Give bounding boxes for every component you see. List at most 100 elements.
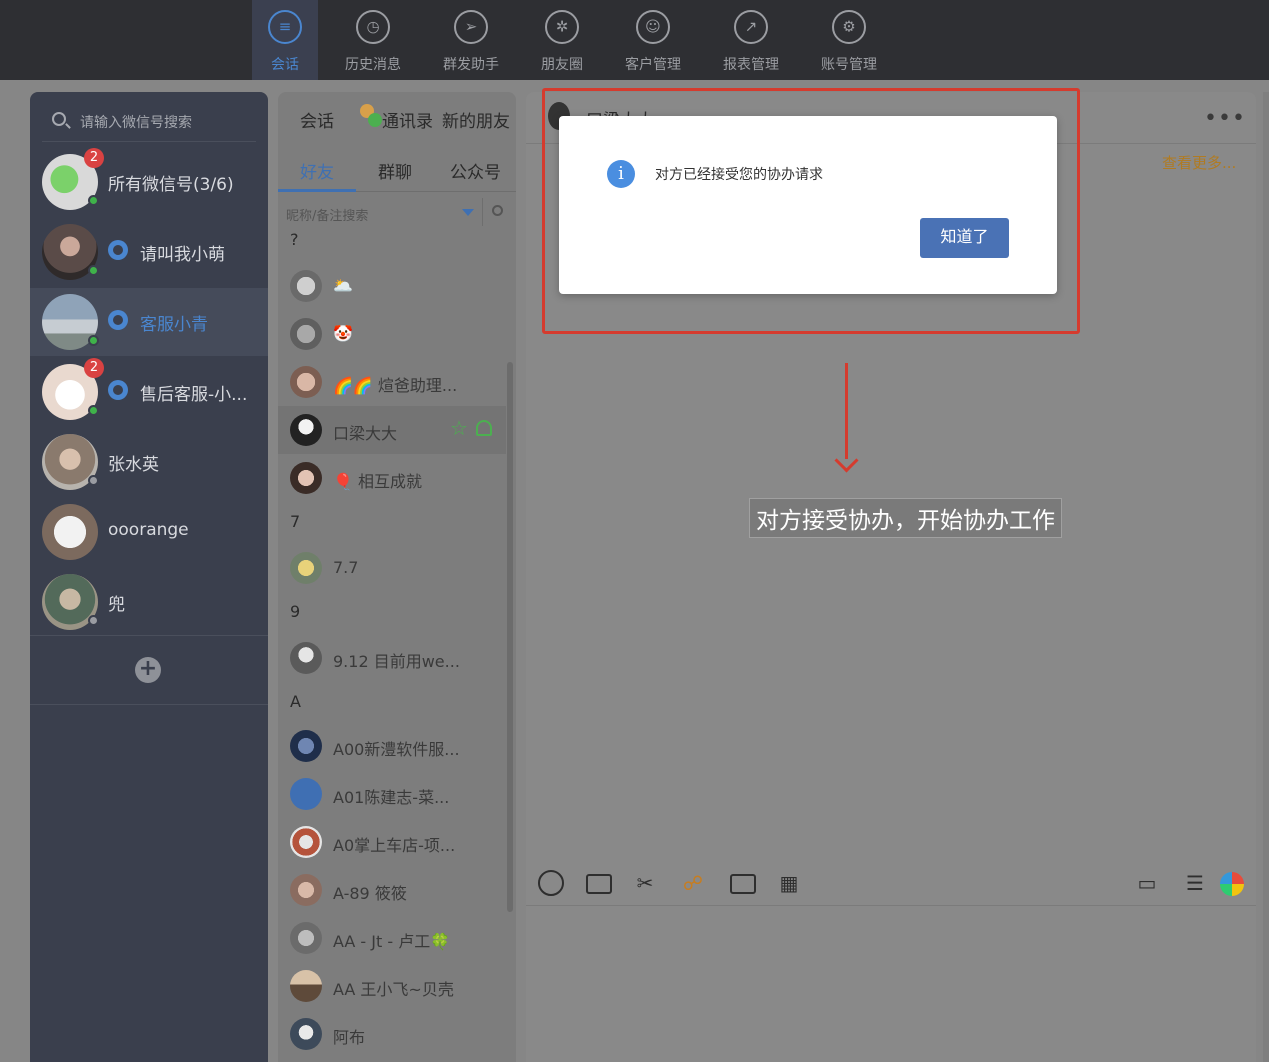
contact-row[interactable]: A-89 筱筱: [278, 866, 506, 914]
aperture-icon: ✲: [545, 10, 579, 44]
account-row[interactable]: ooorange: [30, 498, 268, 566]
more-options-icon[interactable]: •••: [1204, 108, 1246, 130]
account-row[interactable]: 张水英: [30, 428, 268, 496]
nav-accounts[interactable]: ⚙ 账号管理: [810, 0, 888, 80]
nav-moments[interactable]: ✲ 朋友圈: [530, 0, 594, 80]
account-row-selected[interactable]: 客服小青: [30, 288, 268, 356]
bell-icon[interactable]: [476, 420, 492, 436]
contact-name: 🎈 相互成就: [333, 472, 423, 491]
card-icon[interactable]: ☰: [1182, 870, 1208, 896]
nav-customers[interactable]: ☺ 客户管理: [614, 0, 692, 80]
account-search-input[interactable]: 请输入微信号搜索: [42, 102, 256, 142]
unread-badge: 2: [84, 148, 104, 168]
contact-row[interactable]: A00新澧软件服...: [278, 722, 506, 770]
nav-label: 账号管理: [821, 57, 877, 73]
contact-name: 7.7: [333, 558, 359, 577]
nav-label: 报表管理: [723, 57, 779, 73]
user-icon: ☺: [636, 10, 670, 44]
contact-avatar: [290, 826, 322, 858]
contact-row-selected[interactable]: 口梁大大 ☆: [278, 406, 506, 454]
contact-avatar: [290, 552, 322, 584]
contact-row[interactable]: 🌈🌈 煊爸助理...: [278, 358, 506, 406]
chat-bubble-icon: ≡: [268, 10, 302, 44]
contact-row[interactable]: 🎈 相互成就: [278, 454, 506, 502]
chat-toolbar: ✂ ☍ ▦ ▭ ☰: [526, 862, 1256, 906]
account-row[interactable]: 2 售后客服-小...: [30, 358, 268, 426]
contact-row[interactable]: A01陈建志-菜...: [278, 770, 506, 818]
contacts-scrollbar[interactable]: [507, 362, 513, 912]
online-status-dot: [88, 265, 99, 276]
contact-avatar: [290, 1018, 322, 1050]
subtab-official-accounts[interactable]: 公众号: [450, 158, 501, 183]
tab-new-friends[interactable]: 新的朋友: [442, 107, 510, 132]
emoji-icon[interactable]: [538, 870, 564, 896]
account-row[interactable]: 请叫我小萌: [30, 218, 268, 286]
nav-broadcast[interactable]: ➢ 群发助手: [432, 0, 510, 80]
nav-reports[interactable]: ↗ 报表管理: [712, 0, 790, 80]
comment-icon[interactable]: ▭: [1134, 870, 1160, 896]
qr-code-icon[interactable]: ▦: [776, 870, 802, 896]
avatar: [42, 504, 98, 560]
contact-row[interactable]: AA - Jt - 卢工🍀: [278, 914, 506, 962]
letter-header: 9: [290, 602, 301, 621]
contact-filter-input[interactable]: 昵称/备注搜索: [284, 196, 514, 228]
subtab-friends[interactable]: 好友: [300, 158, 334, 183]
assist-icon: [108, 240, 128, 260]
tab-conversations[interactable]: 会话: [300, 107, 334, 132]
contact-row[interactable]: AA 王小飞~贝壳: [278, 962, 506, 1010]
nav-label: 朋友圈: [541, 57, 583, 73]
contact-name: AA 王小飞~贝壳: [333, 980, 454, 999]
scissors-icon[interactable]: ✂: [632, 870, 658, 896]
contact-avatar: [290, 874, 322, 906]
file-icon[interactable]: [730, 874, 756, 894]
assist-users-icon[interactable]: ☍: [680, 870, 706, 896]
contact-row[interactable]: 🤡: [278, 310, 506, 358]
assist-icon: [108, 380, 128, 400]
contact-row[interactable]: 9.12 目前用we...: [278, 634, 506, 682]
account-name: 所有微信号(3/6): [108, 175, 234, 195]
contact-row[interactable]: 🌥️: [278, 262, 506, 310]
nav-history[interactable]: ◷ 历史消息: [334, 0, 412, 80]
contact-name: AA - Jt - 卢工🍀: [333, 932, 451, 951]
annotation-caption: 对方接受协办，开始协办工作: [749, 498, 1062, 538]
folder-icon[interactable]: [586, 874, 612, 894]
contact-avatar: [290, 366, 322, 398]
contacts-icon: [358, 104, 382, 128]
contact-name: A01陈建志-菜...: [333, 788, 450, 807]
search-icon[interactable]: [492, 205, 503, 216]
dropdown-caret-icon[interactable]: [462, 209, 474, 216]
annotation-arrow: [845, 363, 848, 459]
letter-header: ?: [290, 230, 299, 249]
letter-header: A: [290, 692, 301, 711]
online-status-dot: [88, 195, 99, 206]
contact-row[interactable]: A0掌上车店-项...: [278, 818, 506, 866]
avatar: 2: [42, 148, 104, 210]
star-icon[interactable]: ☆: [450, 418, 468, 438]
divider: [482, 198, 483, 226]
divider: [30, 635, 268, 636]
account-panel: 请输入微信号搜索 2 所有微信号(3/6) 请叫我小萌 客服小青 2 售后客服-…: [30, 92, 268, 1062]
avatar: [42, 224, 99, 280]
online-status-dot: [88, 335, 99, 346]
top-navigation: ≡ 会话 ◷ 历史消息 ➢ 群发助手 ✲ 朋友圈 ☺ 客户管理 ↗ 报表管理 ⚙…: [0, 0, 1269, 80]
contact-avatar: [290, 462, 322, 494]
nav-label: 历史消息: [345, 57, 401, 73]
contact-row[interactable]: 阿布: [278, 1010, 506, 1058]
color-wheel-icon[interactable]: [1220, 872, 1244, 896]
contact-row[interactable]: 7.7: [278, 544, 506, 592]
contact-avatar: [290, 642, 322, 674]
subtab-groups[interactable]: 群聊: [378, 158, 412, 183]
account-row-all[interactable]: 2 所有微信号(3/6): [30, 148, 268, 216]
contacts-tabs: 会话 通讯录 新的朋友: [278, 92, 516, 144]
contact-avatar: [290, 730, 322, 762]
nav-conversations[interactable]: ≡ 会话: [252, 0, 318, 80]
account-name: 兜: [108, 595, 125, 615]
tab-address-book[interactable]: 通讯录: [382, 107, 433, 132]
contact-name: 🌈🌈 煊爸助理...: [333, 376, 458, 395]
contact-avatar: [290, 270, 322, 302]
contacts-subtabs: 好友 群聊 公众号: [278, 144, 516, 192]
add-account-button[interactable]: +: [135, 657, 161, 683]
account-row[interactable]: 兜: [30, 568, 268, 636]
contact-name: 9.12 目前用we...: [333, 652, 460, 671]
see-more-link[interactable]: 查看更多...: [1162, 152, 1236, 173]
